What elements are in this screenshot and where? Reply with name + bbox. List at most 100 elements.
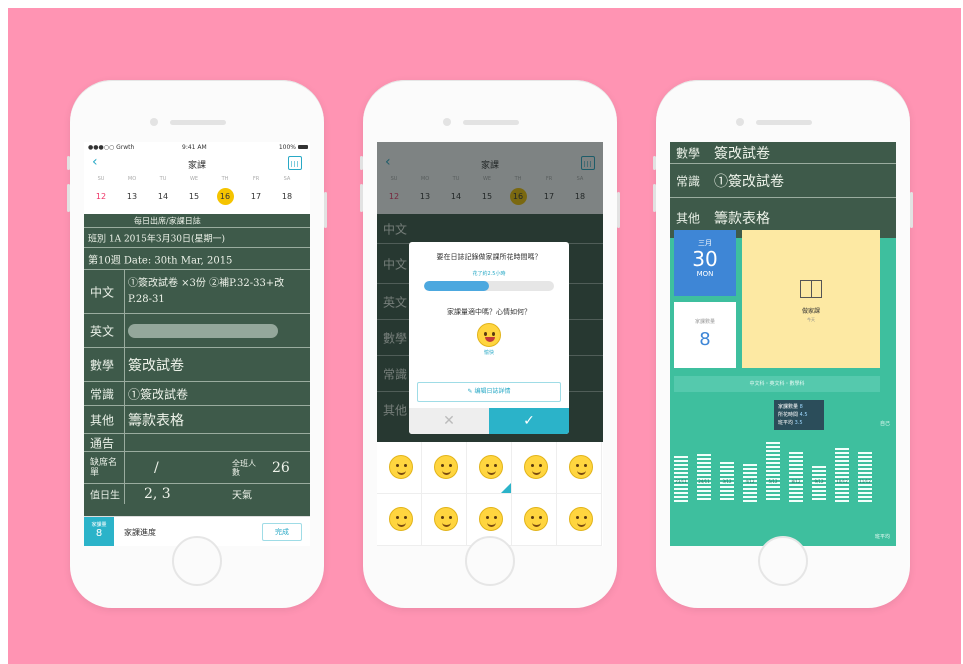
emoji-sad[interactable] [422, 494, 467, 546]
progress-label: 家課進度 [124, 528, 156, 537]
time-slider-fill [424, 281, 489, 291]
home-button[interactable] [465, 536, 515, 586]
board-duty-label: 值日生 [90, 490, 120, 502]
day-saturday[interactable]: SA 18 [273, 174, 301, 205]
activity-title: 做家課 [801, 308, 820, 315]
day-number: 14 [157, 192, 169, 201]
day-label: SU [97, 176, 105, 182]
day-number: 13 [126, 192, 138, 201]
tip-time-value: 4.5 [799, 412, 808, 418]
page-title: 家課 [187, 161, 206, 171]
homework-time-dialog: 要在日誌記錄做家課所花時間嗎？ 花了約2.5小時 家課量適中嗎？心情如何？ 愉快… [409, 242, 569, 434]
clock-label: 9:41 AM [182, 144, 207, 151]
happy-face-icon[interactable] [477, 323, 501, 347]
bar-7[interactable] [835, 448, 849, 502]
date-card: 三月 30 MON [674, 230, 736, 296]
edit-diary-button[interactable]: ✎ 编辑日誌詳情 [417, 382, 561, 402]
calm-face-icon [569, 455, 593, 479]
camera-icon [443, 118, 451, 126]
time-question: 要在日誌記錄做家課所花時間嗎？ [436, 253, 542, 261]
board-math-value: 簽改試卷 [714, 145, 770, 162]
home-button[interactable] [758, 536, 808, 586]
homework-screen: ●●●○○ Grwth 9:41 AM 100% ‹ 家課 SU 12 MO 13 … [84, 142, 310, 546]
homework-activity-card[interactable]: 做家課 今天 [742, 230, 880, 368]
day-thursday-selected[interactable]: TH 16 [211, 174, 239, 205]
board-absent-label: 缺席名單 [90, 457, 118, 478]
bar-date-label: 5/12 [768, 479, 778, 484]
emoji-picker [377, 442, 603, 546]
emoji-meh[interactable] [512, 494, 557, 546]
time-slider[interactable] [424, 281, 554, 291]
emoji-star-eyes[interactable] [422, 442, 467, 494]
emoji-neutral[interactable] [377, 494, 422, 546]
emoji-grin[interactable] [377, 442, 422, 494]
home-button[interactable] [172, 536, 222, 586]
carrier-label: ●●●○○ Grwth [88, 144, 135, 151]
day-number: 17 [250, 192, 262, 201]
board-other-value: 籌款表格 [714, 211, 770, 227]
subjects-list: 中文科・英文科・數學科 [674, 376, 880, 392]
battery-label: 100% [278, 144, 296, 151]
emoji-calm[interactable] [557, 442, 602, 494]
meh-face-icon [524, 507, 548, 531]
activity-subtitle: 今天 [807, 317, 815, 322]
day-label: MO [127, 176, 137, 182]
tongue-face-icon [479, 455, 503, 479]
nav-bar: ‹ 家課 [84, 152, 310, 174]
day-wednesday[interactable]: WE 15 [180, 174, 208, 205]
speaker-grille [463, 120, 519, 125]
bar-date-label: 8/12 [791, 479, 801, 484]
done-button[interactable]: 完成 [262, 523, 302, 541]
board-absent-value: / [154, 459, 159, 476]
board-notice-label: 通告 [90, 436, 115, 450]
homework-count-badge: 家課量 8 [84, 517, 114, 546]
board-gs-label: 常識 [90, 387, 115, 401]
day-label: TU [159, 176, 167, 182]
day-label: SA [283, 176, 291, 182]
board-chinese-value: ①簽改試卷 ×3份 ②補P.32-33+改P.28-31 [128, 277, 285, 305]
board-gs-value: ①簽改試卷 [714, 173, 784, 190]
bar-date-label: 10/12 [836, 479, 848, 484]
calendar-icon[interactable] [288, 156, 302, 170]
board-gs-label: 常識 [676, 174, 701, 188]
neutral-face-icon [389, 507, 413, 531]
board-other-label: 其他 [676, 211, 701, 226]
time-hint: 花了約2.5小時 [472, 271, 506, 277]
day-number: 16 [216, 188, 234, 205]
board-english-label: 英文 [90, 324, 115, 338]
bar-6[interactable] [812, 466, 826, 502]
tip-count-label: 家課數量 [778, 404, 799, 410]
board-weather-label: 天氣 [232, 490, 252, 502]
day-sunday[interactable]: SU 12 [87, 174, 115, 205]
board-math-value: 簽改試卷 [128, 357, 184, 374]
cold-face-icon [479, 507, 503, 531]
blurred-english-value [128, 323, 278, 338]
phone-mockup-homework: ●●●○○ Grwth 9:41 AM 100% ‹ 家課 SU 12 MO 13 … [67, 80, 327, 608]
phone-mockup-mood-dialog: ‹ 家課 SU12 MO13 TU14 WE15 TH16 FR17 SA18 … [360, 80, 620, 608]
emoji-tongue-selected[interactable] [467, 442, 512, 494]
cancel-button[interactable]: ✕ [409, 408, 489, 434]
star-eyes-face-icon [434, 455, 458, 479]
emoji-love[interactable] [512, 442, 557, 494]
bar-4[interactable] [766, 442, 780, 502]
tip-count-value: 8 [799, 404, 803, 410]
camera-icon [736, 118, 744, 126]
board-math-label: 數學 [90, 358, 115, 372]
confirm-button[interactable]: ✓ [489, 408, 569, 434]
self-label: 自己 [879, 421, 890, 427]
stats-screen: 數學 簽改試卷 常識 ①簽改試卷 其他 籌款表格 三月 30 MON 家課數量 8 做… [670, 142, 896, 546]
emoji-sleepy[interactable] [557, 494, 602, 546]
heart-eyes-face-icon [524, 455, 548, 479]
day-friday[interactable]: FR 17 [242, 174, 270, 205]
grin-face-icon [389, 455, 413, 479]
speaker-grille [170, 120, 226, 125]
bar-1[interactable] [697, 454, 711, 502]
bar-5[interactable] [789, 452, 803, 502]
day-monday[interactable]: MO 13 [118, 174, 146, 205]
day-tuesday[interactable]: TU 14 [149, 174, 177, 205]
bar-8[interactable] [858, 452, 872, 502]
stats-panel: 數學 簽改試卷 常識 ①簽改試卷 其他 籌款表格 三月 30 MON 家課數量 8 做… [670, 142, 896, 546]
bar-date-label: 4/12 [745, 479, 755, 484]
count-label: 家課數量 [694, 319, 715, 325]
bar-date-label: 11/12 [859, 479, 871, 484]
